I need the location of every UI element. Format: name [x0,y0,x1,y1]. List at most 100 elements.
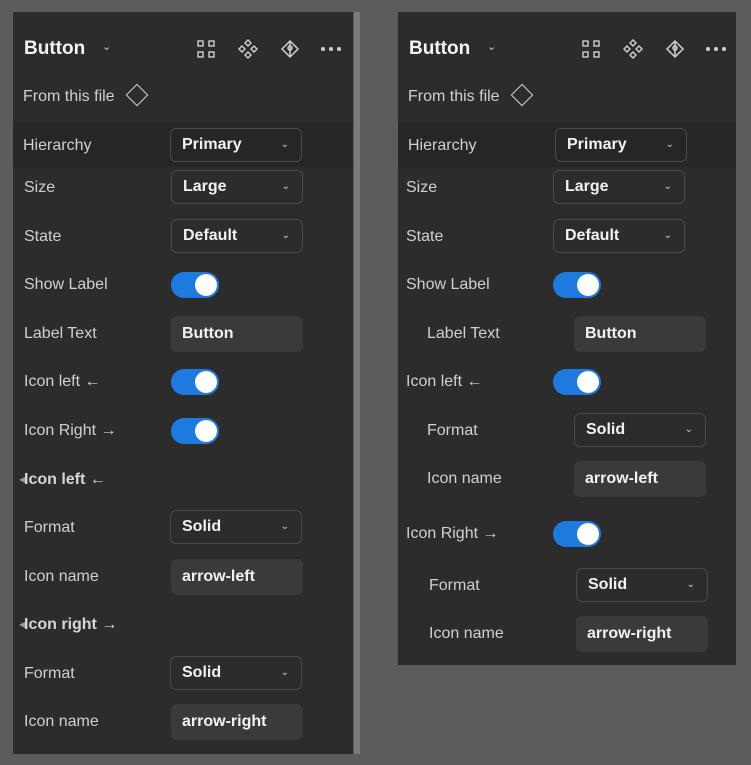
right-icon-name-row: Icon name arrow-right [398,616,736,652]
chevron-down-icon: ⌄ [280,139,289,150]
hierarchy-label: Hierarchy [23,137,92,154]
show-label-label: Show Label [406,276,490,293]
properties-panel-right: Button ⌄ From this file Hierarchy Primar… [398,12,736,665]
left-icon-name-row: Icon name arrow-left [13,559,353,595]
state-select[interactable]: Default ⌄ [553,219,685,253]
state-label: State [406,228,444,245]
toggle-knob [577,371,599,393]
right-format-row: Format Solid ⌄ [398,568,736,604]
panel-header: Button ⌄ [24,36,353,62]
left-icon-name-input[interactable]: arrow-left [574,461,706,497]
icon-left-label: Icon left ← [24,373,101,390]
size-select[interactable]: Large ⌄ [553,170,685,204]
toggle-knob [195,371,217,393]
component-title[interactable]: Button [409,36,470,62]
left-format-select[interactable]: Solid ⌄ [170,510,302,544]
hierarchy-label: Hierarchy [408,137,477,154]
right-format-select[interactable]: Solid ⌄ [170,656,302,690]
component-title[interactable]: Button [24,36,85,62]
label-text-row: Label Text Button [13,316,353,352]
label-text-label: Label Text [24,325,97,342]
chevron-down-icon: ⌄ [280,521,289,532]
chevron-down-icon: ⌄ [663,230,672,241]
icon-left-row: Icon left ← [398,364,736,400]
state-label: State [24,228,62,245]
source-row: From this file [398,79,736,115]
right-format-select[interactable]: Solid ⌄ [576,568,708,602]
source-label: From this file [408,79,533,115]
left-icon-name-row: Icon name arrow-left [398,461,736,497]
component-icon[interactable] [622,38,644,60]
size-row: Size Large ⌄ [398,170,736,206]
grid-icon[interactable] [580,38,602,60]
more-icon[interactable] [320,38,342,60]
properties-panel-left: Button ⌄ From this file Hierarchy Primar… [13,12,360,754]
icon-name-label: Icon name [427,470,502,487]
pen-tool-icon[interactable] [279,38,301,60]
format-label: Format [429,577,480,594]
chevron-down-icon: ⌄ [281,181,290,192]
scrollbar[interactable] [354,12,360,754]
icon-left-label: Icon left ← [406,373,483,390]
label-text-input[interactable]: Button [171,316,303,352]
format-label: Format [24,519,75,536]
icon-right-row: Icon Right → [13,413,353,449]
icon-right-toggle[interactable] [171,418,219,444]
state-select[interactable]: Default ⌄ [171,219,303,253]
diamond-icon[interactable] [125,83,148,107]
left-format-select[interactable]: Solid ⌄ [574,413,706,447]
show-label-toggle[interactable] [553,272,601,298]
pen-tool-icon[interactable] [664,38,686,60]
right-icon-name-input[interactable]: arrow-right [576,616,708,652]
section-icon-left-header[interactable]: ◀ Icon left ← [13,462,353,498]
show-label-toggle[interactable] [171,272,219,298]
size-select[interactable]: Large ⌄ [171,170,303,204]
right-format-row: Format Solid ⌄ [13,656,353,692]
chevron-down-icon[interactable]: ⌄ [487,40,496,53]
panel-header: Button ⌄ [409,36,736,62]
icon-left-toggle[interactable] [553,369,601,395]
grid-icon[interactable] [195,38,217,60]
size-label: Size [406,179,438,196]
toggle-knob [577,274,599,296]
size-row: Size Large ⌄ [13,170,353,206]
hierarchy-row: Hierarchy Primary ⌄ [398,128,736,164]
state-row: State Default ⌄ [13,219,353,255]
left-icon-name-input[interactable]: arrow-left [171,559,303,595]
label-text-input[interactable]: Button [574,316,706,352]
chevron-down-icon: ⌄ [281,230,290,241]
icon-right-toggle[interactable] [553,521,601,547]
left-format-row: Format Solid ⌄ [398,413,736,449]
more-icon[interactable] [705,38,727,60]
hierarchy-select[interactable]: Primary ⌄ [555,128,687,162]
size-label: Size [24,179,56,196]
chevron-down-icon: ⌄ [663,181,672,192]
hierarchy-select[interactable]: Primary ⌄ [170,128,302,162]
section-icon-right-title: Icon right → [24,616,118,633]
label-text-row: Label Text Button [398,316,736,352]
icon-left-toggle[interactable] [171,369,219,395]
format-label: Format [24,665,75,682]
right-icon-name-row: Icon name arrow-right [13,704,353,740]
right-icon-name-input[interactable]: arrow-right [171,704,303,740]
format-label: Format [427,422,478,439]
chevron-down-icon[interactable]: ⌄ [102,40,111,53]
chevron-down-icon: ⌄ [665,139,674,150]
chevron-down-icon: ⌄ [280,667,289,678]
section-icon-right-header[interactable]: ◀ Icon right → [13,607,353,643]
icon-left-row: Icon left ← [13,364,353,400]
toggle-knob [195,420,217,442]
icon-right-label: Icon Right → [406,525,499,542]
icon-right-row: Icon Right → [398,516,736,552]
hierarchy-row: Hierarchy Primary ⌄ [13,128,353,164]
section-icon-left-title: Icon left ← [24,471,106,488]
icon-name-label: Icon name [24,713,99,730]
icon-name-label: Icon name [24,568,99,585]
toggle-knob [195,274,217,296]
source-label: From this file [23,79,148,115]
icon-name-label: Icon name [429,625,504,642]
icon-right-label: Icon Right → [24,422,117,439]
diamond-icon[interactable] [510,83,533,107]
component-icon[interactable] [237,38,259,60]
left-format-row: Format Solid ⌄ [13,510,353,546]
